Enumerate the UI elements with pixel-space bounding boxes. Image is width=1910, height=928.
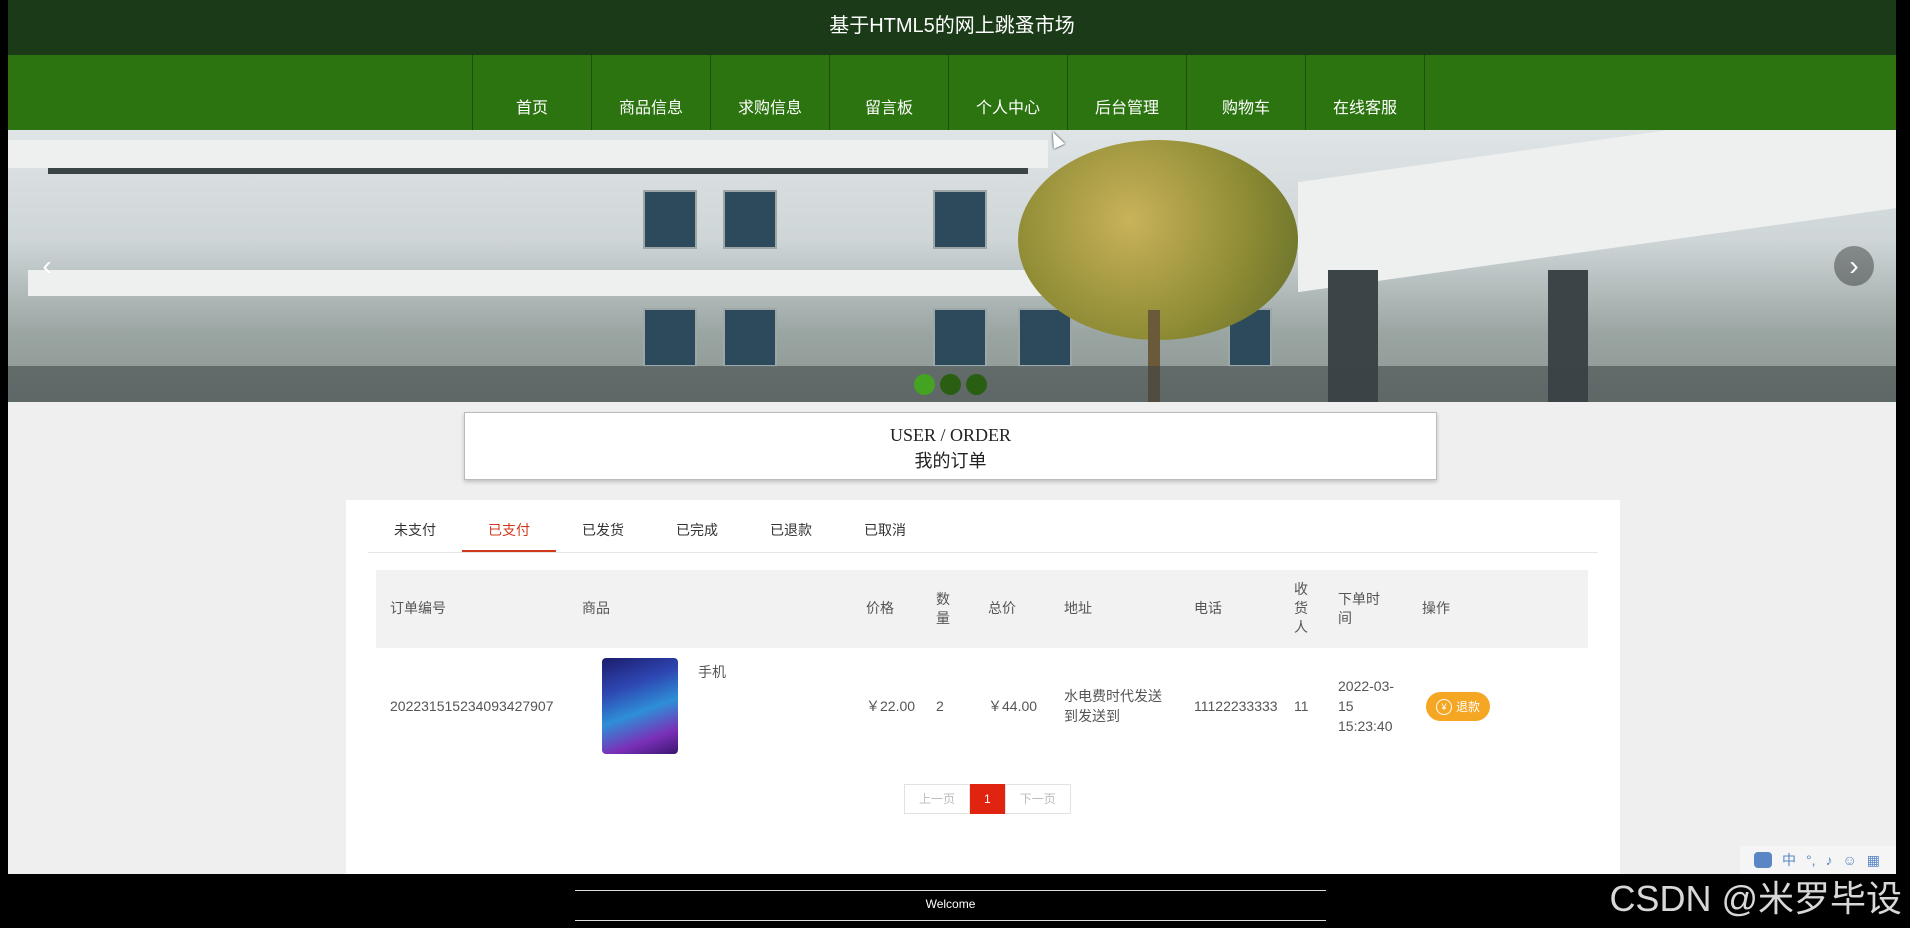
tab-shipped[interactable]: 已发货 (556, 500, 650, 552)
receiver: 11 (1294, 698, 1309, 714)
current-page[interactable]: 1 (970, 784, 1005, 814)
carousel-dot[interactable] (914, 374, 935, 395)
carousel-next-arrow-icon[interactable]: › (1834, 246, 1874, 286)
carousel-dots (914, 374, 987, 395)
product-name[interactable]: 手机 (698, 662, 726, 682)
tab-cancelled[interactable]: 已取消 (838, 500, 932, 552)
main-nav: 首页 商品信息 求购信息 留言板 个人中心 后台管理 购物车 在线客服 (472, 55, 1425, 130)
phone: 11122233333 (1194, 698, 1278, 714)
voice-icon[interactable]: ♪ (1826, 852, 1833, 868)
next-page-button[interactable]: 下一页 (1004, 784, 1071, 814)
carousel-prev-arrow-icon[interactable]: ‹ (30, 246, 64, 286)
address: 水电费时代发送到发送到 (1064, 688, 1162, 724)
table-header: 订单编号 商品 价格 数量 总价 地址 电话 收货人 下单时间 操作 (376, 570, 1588, 648)
col-phone: 电话 (1194, 600, 1222, 616)
col-product: 商品 (582, 600, 610, 616)
window (723, 308, 777, 367)
footer-divider (575, 920, 1326, 921)
page: 基于HTML5的网上跳蚤市场 首页 商品信息 求购信息 留言板 个人中心 后台管… (8, 0, 1896, 874)
product-image[interactable] (602, 658, 678, 754)
col-order-no: 订单编号 (390, 600, 446, 616)
order-number: 202231515234093427907 (390, 698, 554, 714)
site-header: 基于HTML5的网上跳蚤市场 (8, 0, 1896, 55)
watermark: CSDN @米罗毕设 (1609, 878, 1902, 919)
tab-completed[interactable]: 已完成 (650, 500, 744, 552)
site-title: 基于HTML5的网上跳蚤市场 (829, 15, 1075, 37)
nav-bar: 首页 商品信息 求购信息 留言板 个人中心 后台管理 购物车 在线客服 (8, 55, 1896, 130)
window (643, 190, 697, 249)
col-qty: 数量 (936, 591, 950, 626)
yen-coin-icon: ¥ (1435, 698, 1452, 715)
nav-home[interactable]: 首页 (473, 55, 592, 130)
banner-carousel: ‹ › (8, 130, 1896, 402)
nav-support[interactable]: 在线客服 (1306, 55, 1425, 130)
col-address: 地址 (1064, 600, 1092, 616)
window (723, 190, 777, 249)
tab-refunded[interactable]: 已退款 (744, 500, 838, 552)
table-row: 202231515234093427907 手机 ￥22.00 2 ￥44.00… (376, 648, 1588, 764)
col-price: 价格 (866, 600, 894, 616)
ime-logo-icon[interactable] (1754, 852, 1772, 868)
order-status-tabs: 未支付 已支付 已发货 已完成 已退款 已取消 (368, 500, 1598, 553)
nav-cart[interactable]: 购物车 (1187, 55, 1306, 130)
section-title-en: USER / ORDER (889, 425, 1012, 445)
nav-wanted[interactable]: 求购信息 (711, 55, 830, 130)
ime-mode[interactable]: 中 (1782, 850, 1796, 870)
order-panel: 未支付 已支付 已发货 已完成 已退款 已取消 订单编号 商品 价格 数量 总价… (346, 500, 1620, 874)
window (643, 308, 697, 367)
punctuation-icon[interactable]: °, (1806, 852, 1816, 868)
building-floor (28, 270, 1088, 296)
col-receiver: 收货人 (1294, 581, 1308, 635)
section-title-cn: 我的订单 (914, 451, 987, 471)
grid-icon[interactable]: ▦ (1867, 852, 1880, 869)
tab-paid[interactable]: 已支付 (462, 500, 556, 552)
nav-products[interactable]: 商品信息 (592, 55, 711, 130)
refund-button[interactable]: ¥ 退款 (1426, 692, 1490, 721)
pagination: 上一页 1 下一页 (904, 784, 1071, 814)
footer-divider (575, 890, 1326, 891)
footer-welcome: Welcome (925, 897, 976, 911)
window (1018, 308, 1072, 367)
building-shadow (48, 168, 1028, 174)
col-action: 操作 (1422, 600, 1450, 616)
building-roof (8, 140, 1048, 168)
total: ￥44.00 (988, 698, 1038, 714)
window (933, 190, 987, 249)
refund-label: 退款 (1455, 700, 1480, 714)
tab-unpaid[interactable]: 未支付 (368, 500, 462, 552)
price: ￥22.00 (866, 698, 916, 714)
order-time: 2022-03-15 15:23:40 (1338, 678, 1395, 734)
prev-page-button[interactable]: 上一页 (904, 784, 971, 814)
quantity: 2 (936, 698, 944, 714)
ime-toolbar: 中 °, ♪ ☺ ▦ (1740, 846, 1896, 874)
nav-user-center[interactable]: 个人中心 (949, 55, 1068, 130)
emoji-icon[interactable]: ☺ (1843, 852, 1857, 868)
col-total: 总价 (988, 600, 1016, 616)
window (933, 308, 987, 367)
nav-admin[interactable]: 后台管理 (1068, 55, 1187, 130)
section-title-box: USER / ORDER 我的订单 (464, 412, 1437, 480)
col-time: 下单时间 (1338, 591, 1380, 626)
carousel-dot[interactable] (940, 374, 961, 395)
carousel-dot[interactable] (966, 374, 987, 395)
nav-message-board[interactable]: 留言板 (830, 55, 949, 130)
building-canopy (1298, 130, 1896, 293)
